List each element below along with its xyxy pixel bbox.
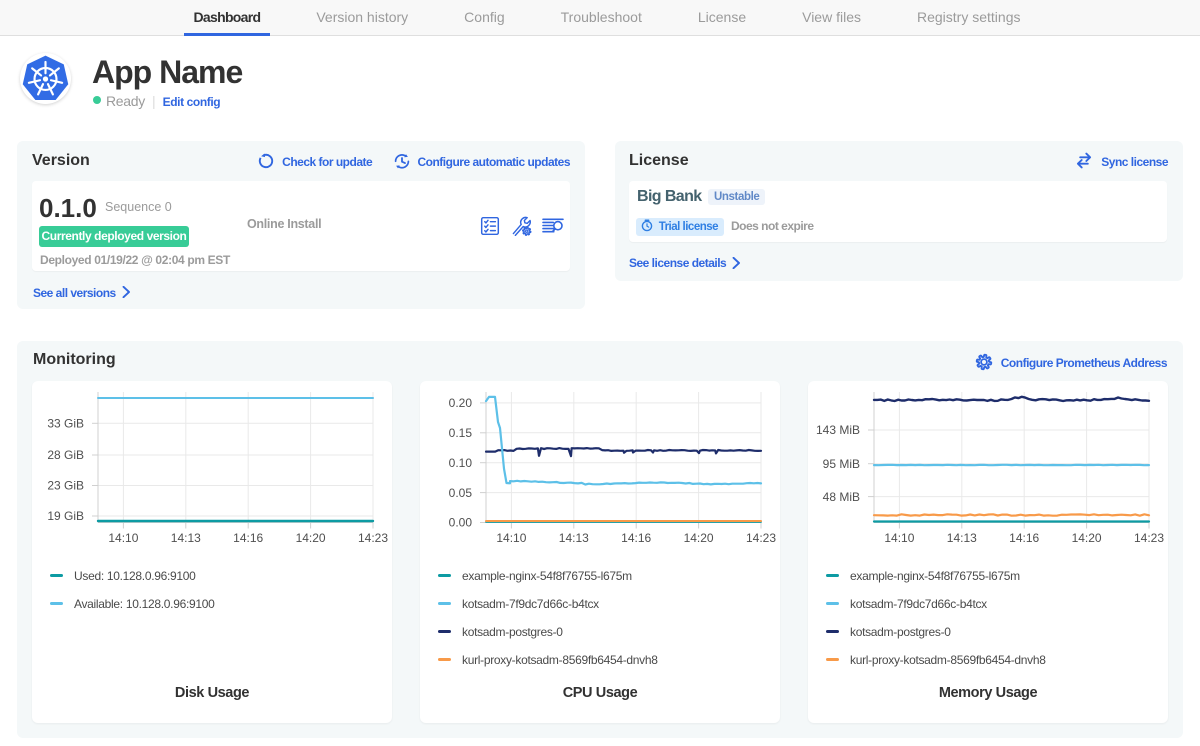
svg-text:33 GiB: 33 GiB bbox=[47, 417, 84, 431]
svg-text:14:20: 14:20 bbox=[296, 531, 326, 545]
svg-text:14:16: 14:16 bbox=[233, 531, 263, 545]
svg-text:143 MiB: 143 MiB bbox=[816, 423, 860, 437]
svg-text:14:23: 14:23 bbox=[746, 531, 776, 545]
svg-text:14:10: 14:10 bbox=[496, 531, 526, 545]
svg-text:14:20: 14:20 bbox=[1072, 531, 1102, 545]
svg-text:0.05: 0.05 bbox=[449, 486, 473, 500]
svg-text:14:23: 14:23 bbox=[1134, 531, 1164, 545]
svg-text:14:13: 14:13 bbox=[559, 531, 589, 545]
svg-text:0.15: 0.15 bbox=[449, 426, 473, 440]
svg-text:14:20: 14:20 bbox=[684, 531, 714, 545]
svg-text:48 MiB: 48 MiB bbox=[823, 490, 860, 504]
svg-text:0.20: 0.20 bbox=[449, 396, 473, 410]
svg-text:28 GiB: 28 GiB bbox=[47, 448, 84, 462]
svg-text:0.00: 0.00 bbox=[449, 516, 473, 530]
svg-text:14:13: 14:13 bbox=[171, 531, 201, 545]
svg-text:14:10: 14:10 bbox=[884, 531, 914, 545]
svg-text:19 GiB: 19 GiB bbox=[47, 509, 84, 523]
svg-text:23 GiB: 23 GiB bbox=[47, 479, 84, 493]
svg-text:14:23: 14:23 bbox=[358, 531, 388, 545]
svg-text:14:16: 14:16 bbox=[1009, 531, 1039, 545]
svg-text:0.10: 0.10 bbox=[449, 456, 473, 470]
svg-text:14:13: 14:13 bbox=[947, 531, 977, 545]
svg-text:95 MiB: 95 MiB bbox=[823, 457, 860, 471]
svg-text:14:16: 14:16 bbox=[621, 531, 651, 545]
svg-text:14:10: 14:10 bbox=[108, 531, 138, 545]
